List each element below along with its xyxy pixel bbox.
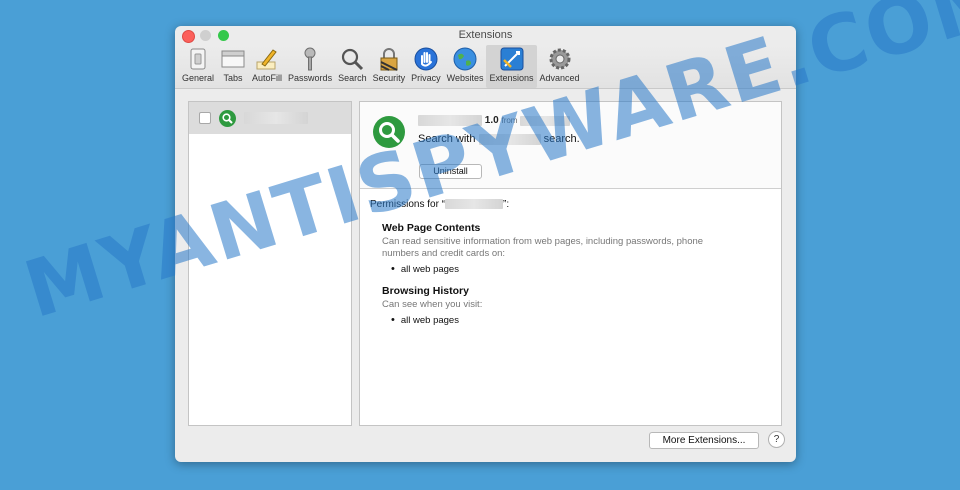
hand-icon (414, 47, 438, 71)
switch-icon (190, 48, 206, 70)
extension-name-redacted (244, 112, 308, 124)
permission-web-page-contents: Web Page Contents Can read sensitive inf… (382, 222, 781, 275)
tab-tabs[interactable]: Tabs (217, 45, 249, 88)
uninstall-button[interactable]: Uninstall (419, 164, 482, 179)
enable-extension-checkbox[interactable] (199, 112, 211, 124)
preferences-window: Extensions General Tabs AutoFill Passwor… (175, 26, 796, 462)
extension-version: 1.0 (484, 115, 499, 127)
key-icon (304, 47, 316, 71)
permission-browsing-history: Browsing History Can see when you visit:… (382, 285, 781, 326)
list-item: all web pages (391, 314, 781, 326)
extension-name-redacted (445, 199, 504, 210)
tab-extensions[interactable]: Extensions (486, 45, 537, 88)
magnifier-icon (342, 48, 364, 71)
search-extension-icon (219, 109, 236, 127)
extensions-list (188, 101, 352, 426)
bottom-bar: More Extensions... ? (175, 422, 796, 462)
minimize-window-button[interactable] (200, 30, 211, 41)
engine-name-redacted (478, 133, 541, 145)
extension-description: Search with search. (418, 133, 580, 145)
tab-websites[interactable]: Websites (444, 45, 487, 88)
title-bar: Extensions (175, 26, 796, 45)
help-button[interactable]: ? (768, 431, 785, 448)
pencil-icon (256, 49, 277, 70)
permissions-title: Permissions for “”: (370, 199, 510, 210)
more-extensions-button[interactable]: More Extensions... (649, 432, 759, 449)
tabs-icon (221, 50, 245, 68)
permissions-section: Permissions for “”: Web Page Contents Ca… (360, 189, 781, 326)
tab-passwords[interactable]: Passwords (285, 45, 335, 88)
search-extension-icon (373, 116, 405, 148)
tab-security[interactable]: Security (370, 45, 409, 88)
gear-icon (549, 48, 571, 70)
zoom-window-button[interactable] (218, 30, 229, 41)
tab-search[interactable]: Search (335, 45, 370, 88)
list-item: all web pages (391, 263, 781, 275)
preferences-toolbar: General Tabs AutoFill Passwords Search S… (175, 45, 796, 89)
tab-general[interactable]: General (179, 45, 217, 88)
extensions-icon (500, 47, 523, 71)
globe-icon (453, 47, 477, 71)
tab-autofill[interactable]: AutoFill (249, 45, 285, 88)
extensions-content: 1.0 from Search with search. Uninstall P… (188, 101, 782, 426)
from-label: from (501, 116, 518, 126)
tab-advanced[interactable]: Advanced (537, 45, 583, 88)
tab-privacy[interactable]: Privacy (408, 45, 444, 88)
extension-details: 1.0 from Search with search. Uninstall P… (359, 101, 782, 426)
extension-title: 1.0 from (418, 115, 571, 127)
list-item[interactable] (189, 102, 351, 134)
extension-name-redacted (418, 115, 482, 126)
window-title: Extensions (458, 29, 513, 41)
developer-redacted (520, 115, 571, 126)
close-window-button[interactable] (182, 30, 195, 43)
lock-icon (380, 48, 398, 71)
extension-header: 1.0 from Search with search. Uninstall (360, 102, 781, 189)
